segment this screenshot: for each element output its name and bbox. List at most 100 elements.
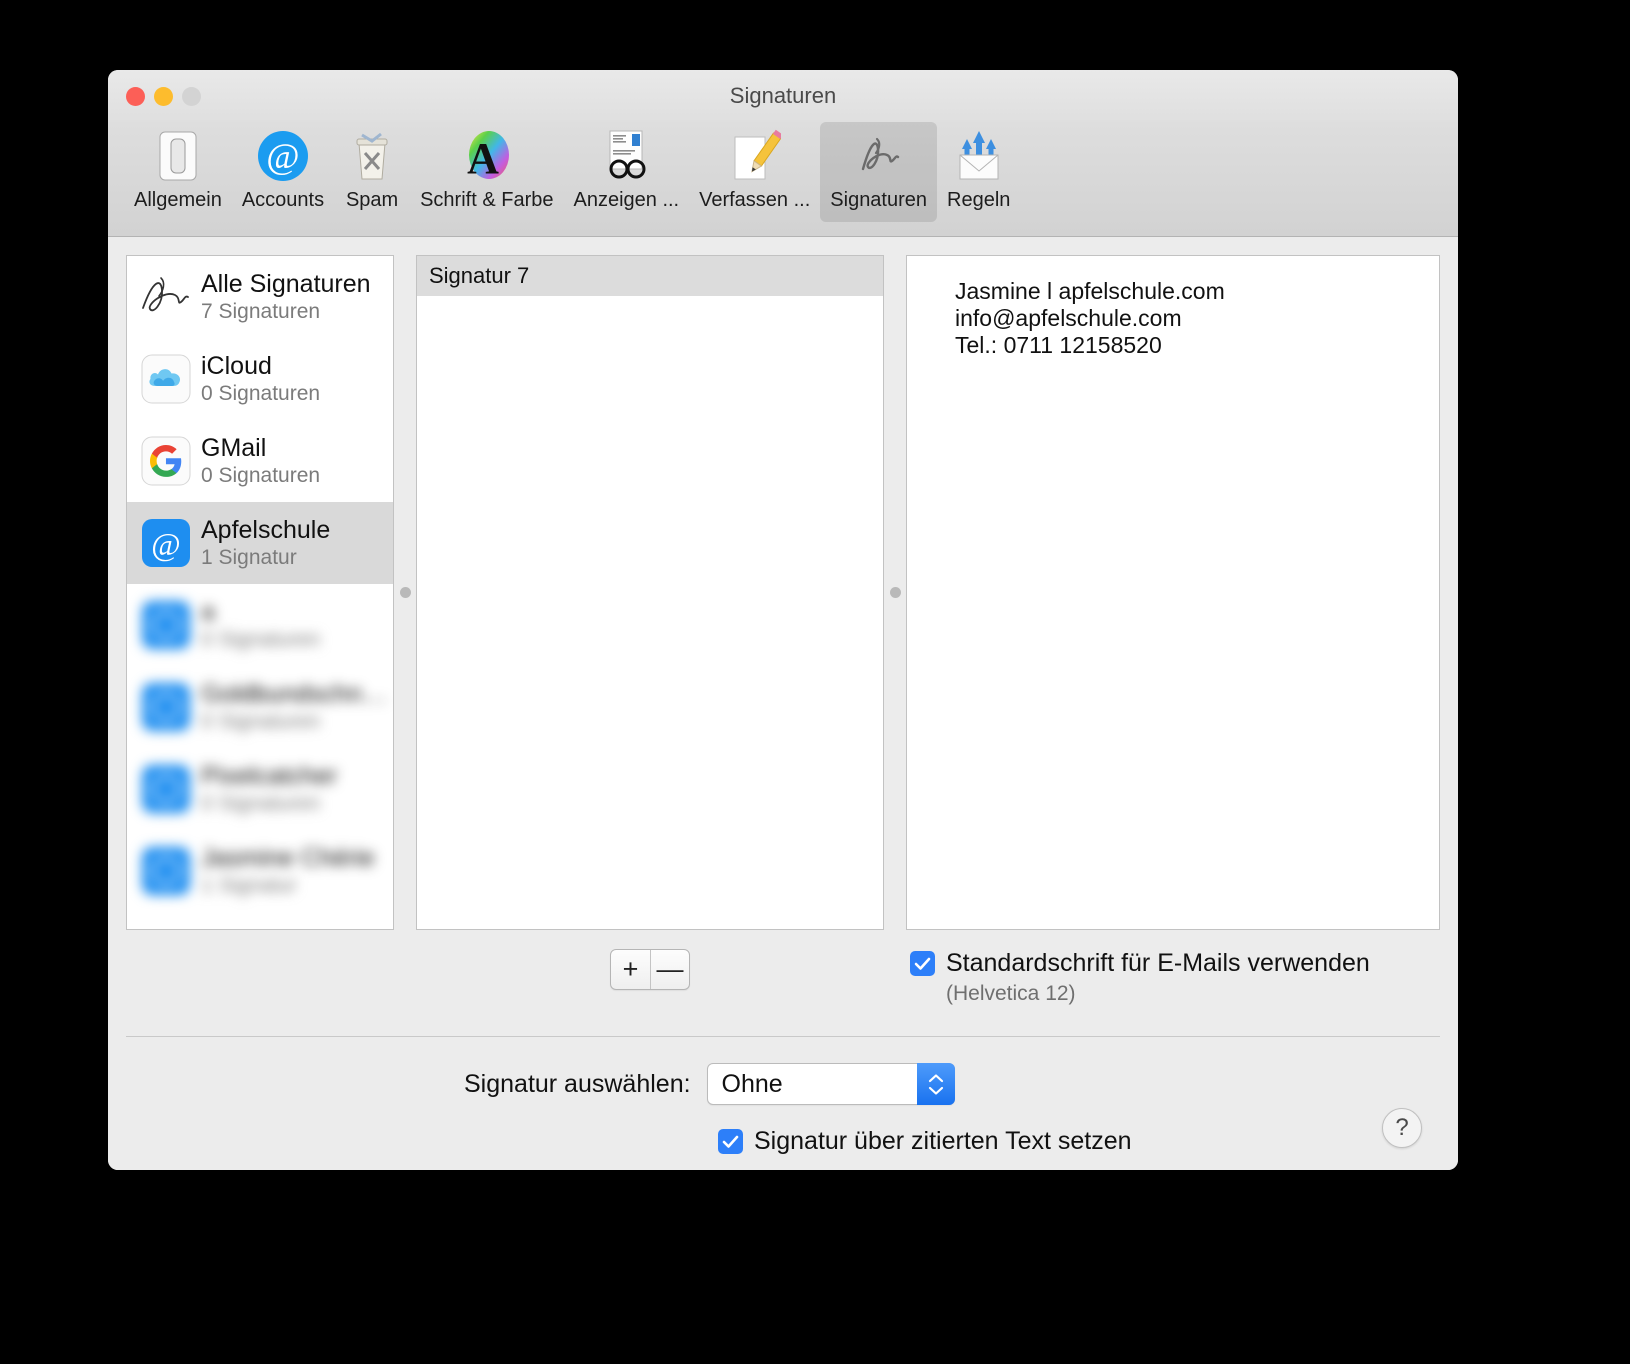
toolbar-item-signaturen[interactable]: Signaturen bbox=[820, 122, 938, 222]
select-signature-value: Ohne bbox=[721, 1069, 783, 1098]
sidebar-item-label: Apfelschule bbox=[201, 516, 331, 545]
toolbar-label: Spam bbox=[345, 189, 399, 211]
select-signature-popup[interactable]: Ohne bbox=[706, 1063, 955, 1105]
toolbar-item-anzeigen[interactable]: Anzeigen ... bbox=[563, 122, 689, 216]
sidebar-item-icloud[interactable]: iCloud 0 Signaturen bbox=[127, 338, 393, 420]
default-font-checkbox-row[interactable]: Standardschrift für E-Mails verwenden bbox=[910, 949, 1440, 978]
icloud-icon bbox=[137, 350, 195, 408]
sidebar-item-label: Jasmine Chérie bbox=[201, 844, 375, 873]
sidebar-item-redacted-3[interactable]: Pixelcatcher 0 Signaturen bbox=[127, 748, 393, 830]
svg-text:@: @ bbox=[266, 136, 299, 176]
sidebar-item-count: 1 Signatur bbox=[201, 545, 297, 569]
default-font-option-group: Standardschrift für E-Mails verwenden (H… bbox=[906, 949, 1440, 1006]
select-signature-label: Signatur auswählen: bbox=[464, 1069, 691, 1098]
preview-line: info@apfelschule.com bbox=[955, 305, 1182, 332]
sidebar-item-text: Pixelcatcher 0 Signaturen bbox=[201, 762, 337, 816]
toolbar-item-verfassen[interactable]: Verfassen ... bbox=[689, 122, 820, 216]
accounts-sidebar[interactable]: Alle Signaturen 7 Signaturen iCloud 0 Si… bbox=[126, 255, 394, 930]
sidebar-item-count: 0 Signaturen bbox=[201, 709, 321, 733]
panes: Alle Signaturen 7 Signaturen iCloud 0 Si… bbox=[126, 255, 1440, 935]
sidebar-item-text: GMail 0 Signaturen bbox=[201, 434, 320, 488]
sidebar-item-text: Apfelschule 1 Signatur bbox=[201, 516, 330, 570]
toolbar-item-accounts[interactable]: @ Accounts bbox=[232, 122, 334, 216]
toolbar-label: Schrift & Farbe bbox=[420, 189, 554, 211]
default-font-checkbox-label: Standardschrift für E-Mails verwenden bbox=[946, 949, 1370, 977]
toolbar-item-schrift-farbe[interactable]: A Schrift & Farbe bbox=[410, 122, 563, 216]
sidebar-item-label: Goldbundschnu... bbox=[201, 680, 393, 709]
svg-text:A: A bbox=[467, 134, 499, 183]
sidebar-item-text: Alle Signaturen 7 Signaturen bbox=[201, 270, 371, 324]
splitter-left[interactable] bbox=[394, 255, 416, 930]
quote-checkbox-row[interactable]: Signatur über zitierten Text setzen bbox=[152, 1127, 1414, 1156]
under-panes-row: + — Standardschrift für E-Mails verwende… bbox=[126, 949, 1440, 1006]
add-signature-button[interactable]: + bbox=[611, 950, 650, 989]
splitter-right[interactable] bbox=[884, 255, 906, 930]
sidebar-item-count: 1 Signatur bbox=[201, 873, 297, 897]
titlebar: Signaturen bbox=[108, 70, 1458, 122]
viewing-icon bbox=[598, 128, 654, 184]
mail-account-icon bbox=[137, 596, 195, 654]
window-title: Signaturen bbox=[729, 83, 837, 108]
plus-minus-buttons: + — bbox=[610, 949, 690, 990]
toolbar-item-spam[interactable]: Spam bbox=[334, 122, 410, 216]
sidebar-item-text: iCloud 0 Signaturen bbox=[201, 352, 320, 406]
toolbar-label: Allgemein bbox=[134, 189, 222, 211]
toolbar-item-regeln[interactable]: Regeln bbox=[937, 122, 1020, 216]
preview-line: Tel.: 0711 12158520 bbox=[955, 332, 1162, 359]
sidebar-item-label: a bbox=[201, 598, 215, 627]
signature-icon bbox=[851, 128, 907, 184]
signature-scribble-icon bbox=[137, 268, 195, 326]
preferences-body: Alle Signaturen 7 Signaturen iCloud 0 Si… bbox=[108, 237, 1458, 1170]
sidebar-item-apfelschule[interactable]: @ Apfelschule 1 Signatur bbox=[127, 502, 393, 584]
sidebar-item-gmail[interactable]: GMail 0 Signaturen bbox=[127, 420, 393, 502]
signature-list[interactable]: Signatur 7 bbox=[416, 255, 884, 930]
sidebar-item-count: 7 Signaturen bbox=[201, 299, 321, 323]
signature-add-remove-group: + — bbox=[416, 949, 884, 990]
sidebar-item-redacted-4[interactable]: Jasmine Chérie 1 Signatur bbox=[127, 830, 393, 912]
sidebar-item-label: Alle Signaturen bbox=[201, 270, 371, 299]
toolbar-label: Verfassen ... bbox=[699, 189, 811, 211]
sidebar-item-count: 0 Signaturen bbox=[201, 463, 321, 487]
google-icon bbox=[137, 432, 195, 490]
preview-line: Jasmine l apfelschule.com bbox=[955, 278, 1225, 304]
toolbar-label: Regeln bbox=[947, 189, 1011, 211]
toolbar-label: Accounts bbox=[241, 189, 325, 211]
sidebar-item-count: 0 Signaturen bbox=[201, 627, 321, 651]
toolbar-item-allgemein[interactable]: Allgemein bbox=[124, 122, 232, 216]
sidebar-item-redacted-2[interactable]: Goldbundschnu... 0 Signaturen bbox=[127, 666, 393, 748]
sidebar-item-label: iCloud bbox=[201, 352, 272, 381]
bottom-section: Signatur auswählen: Ohne Signatur über z… bbox=[126, 1037, 1440, 1170]
sidebar-item-text: Goldbundschnu... 0 Signaturen bbox=[201, 680, 393, 734]
splitter-grip[interactable] bbox=[399, 587, 411, 598]
rules-icon bbox=[951, 128, 1007, 184]
font-color-icon: A bbox=[459, 128, 515, 184]
quote-above-checkbox-label: Signatur über zitierten Text setzen bbox=[754, 1127, 1132, 1155]
sidebar-item-alle-signaturen[interactable]: Alle Signaturen 7 Signaturen bbox=[127, 256, 393, 338]
signature-preview-editor[interactable]: Jasmine l apfelschule.com info@apfelschu… bbox=[906, 255, 1440, 930]
sidebar-item-text: a 0 Signaturen bbox=[201, 598, 320, 652]
splitter-grip[interactable] bbox=[889, 587, 901, 598]
remove-signature-button[interactable]: — bbox=[650, 950, 689, 989]
select-signature-row: Signatur auswählen: Ohne bbox=[152, 1063, 1414, 1105]
quote-above-checkbox[interactable] bbox=[718, 1129, 743, 1154]
chevron-updown-icon[interactable] bbox=[916, 1063, 955, 1105]
switch-icon bbox=[150, 128, 206, 184]
sidebar-item-label: Pixelcatcher bbox=[201, 762, 338, 791]
signature-list-item[interactable]: Signatur 7 bbox=[417, 256, 883, 296]
pencil-icon bbox=[727, 128, 783, 184]
default-font-checkbox[interactable] bbox=[910, 951, 935, 976]
default-font-detail: (Helvetica 12) bbox=[946, 982, 1076, 1005]
signature-name: Signatur 7 bbox=[429, 263, 530, 288]
at-sign-blue-icon: @ bbox=[137, 514, 195, 572]
mail-account-icon bbox=[137, 842, 195, 900]
sidebar-item-redacted-1[interactable]: a 0 Signaturen bbox=[127, 584, 393, 666]
toolbar-label: Anzeigen ... bbox=[573, 189, 680, 211]
mail-account-icon bbox=[137, 678, 195, 736]
sidebar-item-label: GMail bbox=[201, 434, 267, 463]
help-button[interactable]: ? bbox=[1382, 1108, 1422, 1148]
preferences-toolbar: Allgemein @ Accounts Spam A Schrift & Fa… bbox=[108, 122, 1458, 237]
sidebar-item-text: Jasmine Chérie 1 Signatur bbox=[201, 844, 375, 898]
signatures-preferences-window: Signaturen Allgemein @ Accounts Spam A S… bbox=[108, 70, 1458, 1170]
sidebar-item-count: 0 Signaturen bbox=[201, 791, 321, 815]
trash-icon bbox=[344, 128, 400, 184]
